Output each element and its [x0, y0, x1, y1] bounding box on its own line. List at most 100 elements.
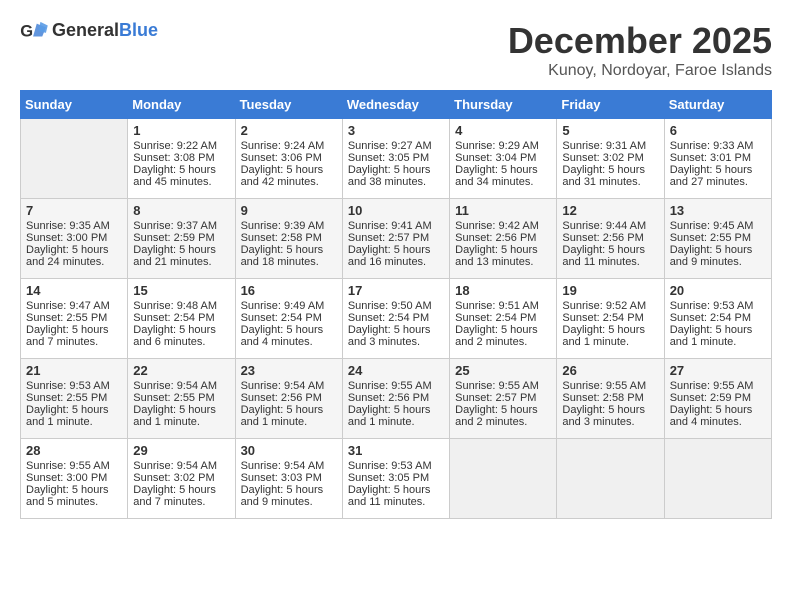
day-number: 22 — [133, 363, 229, 378]
day-number: 31 — [348, 443, 444, 458]
cell-info-line: Sunrise: 9:55 AM — [26, 460, 122, 472]
cell-info-line: Sunset: 2:56 PM — [562, 232, 658, 244]
cell-info-line: Sunset: 3:05 PM — [348, 152, 444, 164]
cell-info-line: Sunrise: 9:41 AM — [348, 220, 444, 232]
cell-info-line: and 1 minute. — [241, 416, 337, 428]
calendar-cell: 18Sunrise: 9:51 AMSunset: 2:54 PMDayligh… — [450, 279, 557, 359]
cell-info-line: and 9 minutes. — [670, 256, 766, 268]
cell-info-line: Daylight: 5 hours — [26, 484, 122, 496]
cell-info-line: and 2 minutes. — [455, 416, 551, 428]
cell-info-line: Sunrise: 9:53 AM — [670, 300, 766, 312]
cell-info-line: Sunrise: 9:53 AM — [348, 460, 444, 472]
cell-info-line: Daylight: 5 hours — [241, 324, 337, 336]
header-tuesday: Tuesday — [235, 91, 342, 119]
cell-info-line: Daylight: 5 hours — [133, 484, 229, 496]
cell-info-line: and 1 minute. — [670, 336, 766, 348]
calendar-cell: 24Sunrise: 9:55 AMSunset: 2:56 PMDayligh… — [342, 359, 449, 439]
calendar-table: SundayMondayTuesdayWednesdayThursdayFrid… — [20, 90, 772, 519]
cell-info-line: Sunrise: 9:55 AM — [348, 380, 444, 392]
cell-info-line: Sunset: 3:04 PM — [455, 152, 551, 164]
cell-info-line: and 4 minutes. — [241, 336, 337, 348]
cell-info-line: and 1 minute. — [26, 416, 122, 428]
logo-icon: G — [20, 20, 48, 42]
day-number: 10 — [348, 203, 444, 218]
cell-info-line: Sunrise: 9:55 AM — [670, 380, 766, 392]
cell-info-line: Sunrise: 9:47 AM — [26, 300, 122, 312]
cell-info-line: and 4 minutes. — [670, 416, 766, 428]
cell-info-line: Daylight: 5 hours — [670, 164, 766, 176]
cell-info-line: and 7 minutes. — [26, 336, 122, 348]
cell-info-line: Sunrise: 9:55 AM — [562, 380, 658, 392]
cell-info-line: and 11 minutes. — [348, 496, 444, 508]
cell-info-line: Sunrise: 9:55 AM — [455, 380, 551, 392]
cell-info-line: Daylight: 5 hours — [562, 244, 658, 256]
logo-general-text: General — [52, 20, 119, 40]
calendar-cell: 20Sunrise: 9:53 AMSunset: 2:54 PMDayligh… — [664, 279, 771, 359]
day-number: 4 — [455, 123, 551, 138]
cell-info-line: Sunrise: 9:39 AM — [241, 220, 337, 232]
calendar-cell: 26Sunrise: 9:55 AMSunset: 2:58 PMDayligh… — [557, 359, 664, 439]
cell-info-line: Sunrise: 9:44 AM — [562, 220, 658, 232]
cell-info-line: Daylight: 5 hours — [348, 324, 444, 336]
day-number: 8 — [133, 203, 229, 218]
cell-info-line: Daylight: 5 hours — [455, 404, 551, 416]
day-number: 1 — [133, 123, 229, 138]
cell-info-line: Sunset: 2:55 PM — [26, 392, 122, 404]
calendar-cell: 9Sunrise: 9:39 AMSunset: 2:58 PMDaylight… — [235, 199, 342, 279]
cell-info-line: Sunrise: 9:33 AM — [670, 140, 766, 152]
cell-info-line: Sunrise: 9:37 AM — [133, 220, 229, 232]
calendar-cell: 8Sunrise: 9:37 AMSunset: 2:59 PMDaylight… — [128, 199, 235, 279]
cell-info-line: and 9 minutes. — [241, 496, 337, 508]
day-number: 14 — [26, 283, 122, 298]
calendar-cell: 23Sunrise: 9:54 AMSunset: 2:56 PMDayligh… — [235, 359, 342, 439]
cell-info-line: Sunset: 2:59 PM — [670, 392, 766, 404]
calendar-cell: 16Sunrise: 9:49 AMSunset: 2:54 PMDayligh… — [235, 279, 342, 359]
cell-info-line: and 13 minutes. — [455, 256, 551, 268]
cell-info-line: Sunset: 2:58 PM — [562, 392, 658, 404]
calendar-cell: 27Sunrise: 9:55 AMSunset: 2:59 PMDayligh… — [664, 359, 771, 439]
cell-info-line: Sunrise: 9:29 AM — [455, 140, 551, 152]
day-number: 23 — [241, 363, 337, 378]
day-number: 13 — [670, 203, 766, 218]
cell-info-line: Sunrise: 9:50 AM — [348, 300, 444, 312]
cell-info-line: Sunset: 2:54 PM — [455, 312, 551, 324]
day-number: 11 — [455, 203, 551, 218]
day-number: 30 — [241, 443, 337, 458]
header-wednesday: Wednesday — [342, 91, 449, 119]
cell-info-line: Daylight: 5 hours — [133, 244, 229, 256]
cell-info-line: Sunset: 3:08 PM — [133, 152, 229, 164]
cell-info-line: and 11 minutes. — [562, 256, 658, 268]
cell-info-line: and 21 minutes. — [133, 256, 229, 268]
logo-blue-text: Blue — [119, 20, 158, 40]
cell-info-line: Daylight: 5 hours — [348, 404, 444, 416]
cell-info-line: Sunset: 2:57 PM — [455, 392, 551, 404]
calendar-cell: 6Sunrise: 9:33 AMSunset: 3:01 PMDaylight… — [664, 119, 771, 199]
day-number: 26 — [562, 363, 658, 378]
calendar-cell — [450, 439, 557, 519]
header-thursday: Thursday — [450, 91, 557, 119]
calendar-week-row: 14Sunrise: 9:47 AMSunset: 2:55 PMDayligh… — [21, 279, 772, 359]
cell-info-line: Daylight: 5 hours — [133, 404, 229, 416]
calendar-cell: 14Sunrise: 9:47 AMSunset: 2:55 PMDayligh… — [21, 279, 128, 359]
cell-info-line: Sunrise: 9:35 AM — [26, 220, 122, 232]
cell-info-line: Daylight: 5 hours — [241, 484, 337, 496]
day-number: 2 — [241, 123, 337, 138]
cell-info-line: Sunset: 2:58 PM — [241, 232, 337, 244]
day-number: 7 — [26, 203, 122, 218]
calendar-cell: 21Sunrise: 9:53 AMSunset: 2:55 PMDayligh… — [21, 359, 128, 439]
calendar-cell: 2Sunrise: 9:24 AMSunset: 3:06 PMDaylight… — [235, 119, 342, 199]
cell-info-line: and 34 minutes. — [455, 176, 551, 188]
cell-info-line: Daylight: 5 hours — [241, 244, 337, 256]
cell-info-line: Sunset: 2:56 PM — [348, 392, 444, 404]
cell-info-line: Sunrise: 9:51 AM — [455, 300, 551, 312]
calendar-cell: 15Sunrise: 9:48 AMSunset: 2:54 PMDayligh… — [128, 279, 235, 359]
cell-info-line: Sunset: 3:00 PM — [26, 472, 122, 484]
cell-info-line: Daylight: 5 hours — [670, 404, 766, 416]
title-area: December 2025 Kunoy, Nordoyar, Faroe Isl… — [508, 20, 772, 80]
header-monday: Monday — [128, 91, 235, 119]
logo: G GeneralBlue — [20, 20, 158, 42]
calendar-cell — [664, 439, 771, 519]
cell-info-line: Sunrise: 9:53 AM — [26, 380, 122, 392]
cell-info-line: Sunset: 2:54 PM — [348, 312, 444, 324]
calendar-cell: 22Sunrise: 9:54 AMSunset: 2:55 PMDayligh… — [128, 359, 235, 439]
